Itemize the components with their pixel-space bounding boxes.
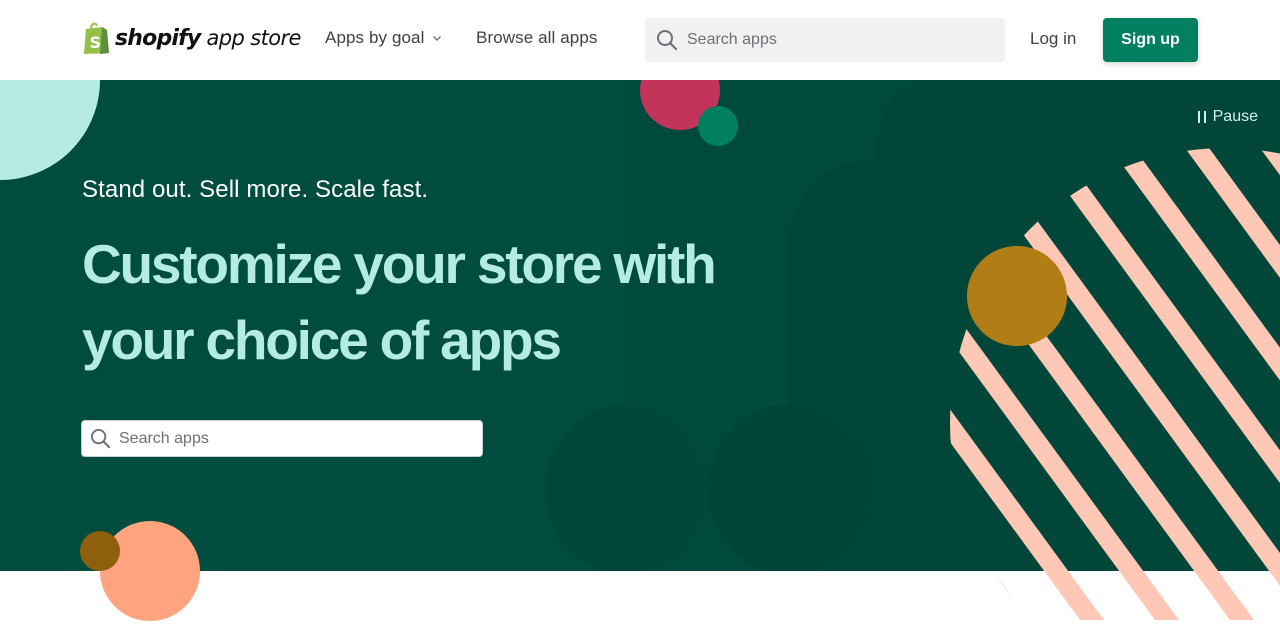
hero-headline: Customize your store with your choice of… [82,233,717,371]
bg-circle-shape [545,405,705,571]
login-link[interactable]: Log in [1030,29,1076,49]
hero-tagline: Stand out. Sell more. Scale fast. [82,176,429,203]
hero-banner: Pause Stand out. Sell more. Scale fast. … [0,80,1280,571]
bg-circle-shape [708,405,872,571]
mustard-circle-shape [967,246,1067,346]
pause-label: Pause [1212,108,1258,125]
green-circle-shape [698,106,738,146]
chevron-down-icon [432,36,441,41]
logo-product-text: app store [206,26,301,50]
svg-text:S: S [90,33,102,52]
shopify-bag-icon: S [84,22,109,54]
shopify-app-store-logo[interactable]: S shopify app store [82,20,301,56]
header-search-input[interactable] [687,31,987,49]
search-icon [657,30,678,51]
pause-button[interactable]: Pause [1197,108,1258,126]
top-nav: S shopify app store Apps by goal Browse … [0,0,1280,80]
logo-brand-text: shopify [115,25,201,51]
nav-browse-all-apps[interactable]: Browse all apps [476,28,598,48]
search-icon [90,428,111,449]
mint-circle-shape [0,80,100,180]
signup-button[interactable]: Sign up [1103,18,1198,62]
pause-icon [1197,111,1206,123]
page: S shopify app store Apps by goal Browse … [0,0,1280,632]
hero-search-input[interactable] [119,429,469,448]
nav-apps-by-goal[interactable]: Apps by goal [325,28,442,48]
header-search-box[interactable] [645,18,1005,62]
hero-search-box[interactable] [81,420,483,457]
nav-apps-by-goal-label: Apps by goal [325,28,425,47]
